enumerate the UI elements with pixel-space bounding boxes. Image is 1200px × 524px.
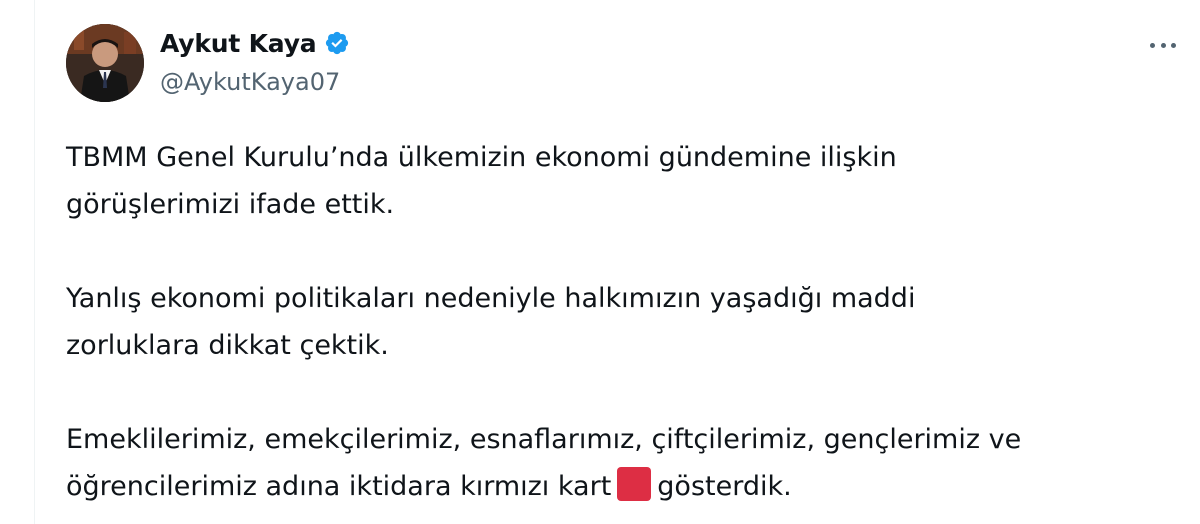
tweet-paragraph: Emeklilerimiz, emekçilerimiz, esnaflarım… xyxy=(66,416,1166,510)
tweet-line: Emeklilerimiz, emekçilerimiz, esnaflarım… xyxy=(66,424,1022,455)
more-dot xyxy=(1171,42,1176,48)
red-card-icon xyxy=(617,467,652,501)
tweet-line: TBMM Genel Kurulu’nda ülkemizin ekonomi … xyxy=(66,142,897,173)
display-name[interactable]: Aykut Kaya xyxy=(160,29,317,58)
more-dot xyxy=(1160,42,1166,48)
tweet-line: zorluklara dikkat çektik. xyxy=(66,330,389,361)
tweet-line: öğrencilerimiz adına iktidara kırmızı ka… xyxy=(66,463,1166,510)
tweet-card: Aykut Kaya @AykutKaya07 TBMM Genel Kurul… xyxy=(34,0,1200,524)
verified-badge-icon xyxy=(324,30,350,56)
tweet-line: Yanlış ekonomi politikaları nedeniyle ha… xyxy=(66,283,916,314)
tweet-line: görüşlerimizi ifade ettik. xyxy=(66,189,395,220)
name-row: Aykut Kaya xyxy=(160,26,350,60)
user-handle[interactable]: @AykutKaya07 xyxy=(160,68,340,96)
more-dot xyxy=(1150,42,1155,48)
tweet-paragraph: TBMM Genel Kurulu’nda ülkemizin ekonomi … xyxy=(66,134,1166,228)
more-options-icon[interactable] xyxy=(1150,30,1176,60)
avatar-image xyxy=(66,24,144,102)
tweet-text: TBMM Genel Kurulu’nda ülkemizin ekonomi … xyxy=(66,134,1166,510)
avatar[interactable] xyxy=(66,24,144,102)
tweet-line-start: öğrencilerimiz adına iktidara kırmızı ka… xyxy=(66,471,612,502)
tweet-paragraph: Yanlış ekonomi politikaları nedeniyle ha… xyxy=(66,275,1166,369)
tweet-line-end: gösterdik. xyxy=(657,471,792,502)
